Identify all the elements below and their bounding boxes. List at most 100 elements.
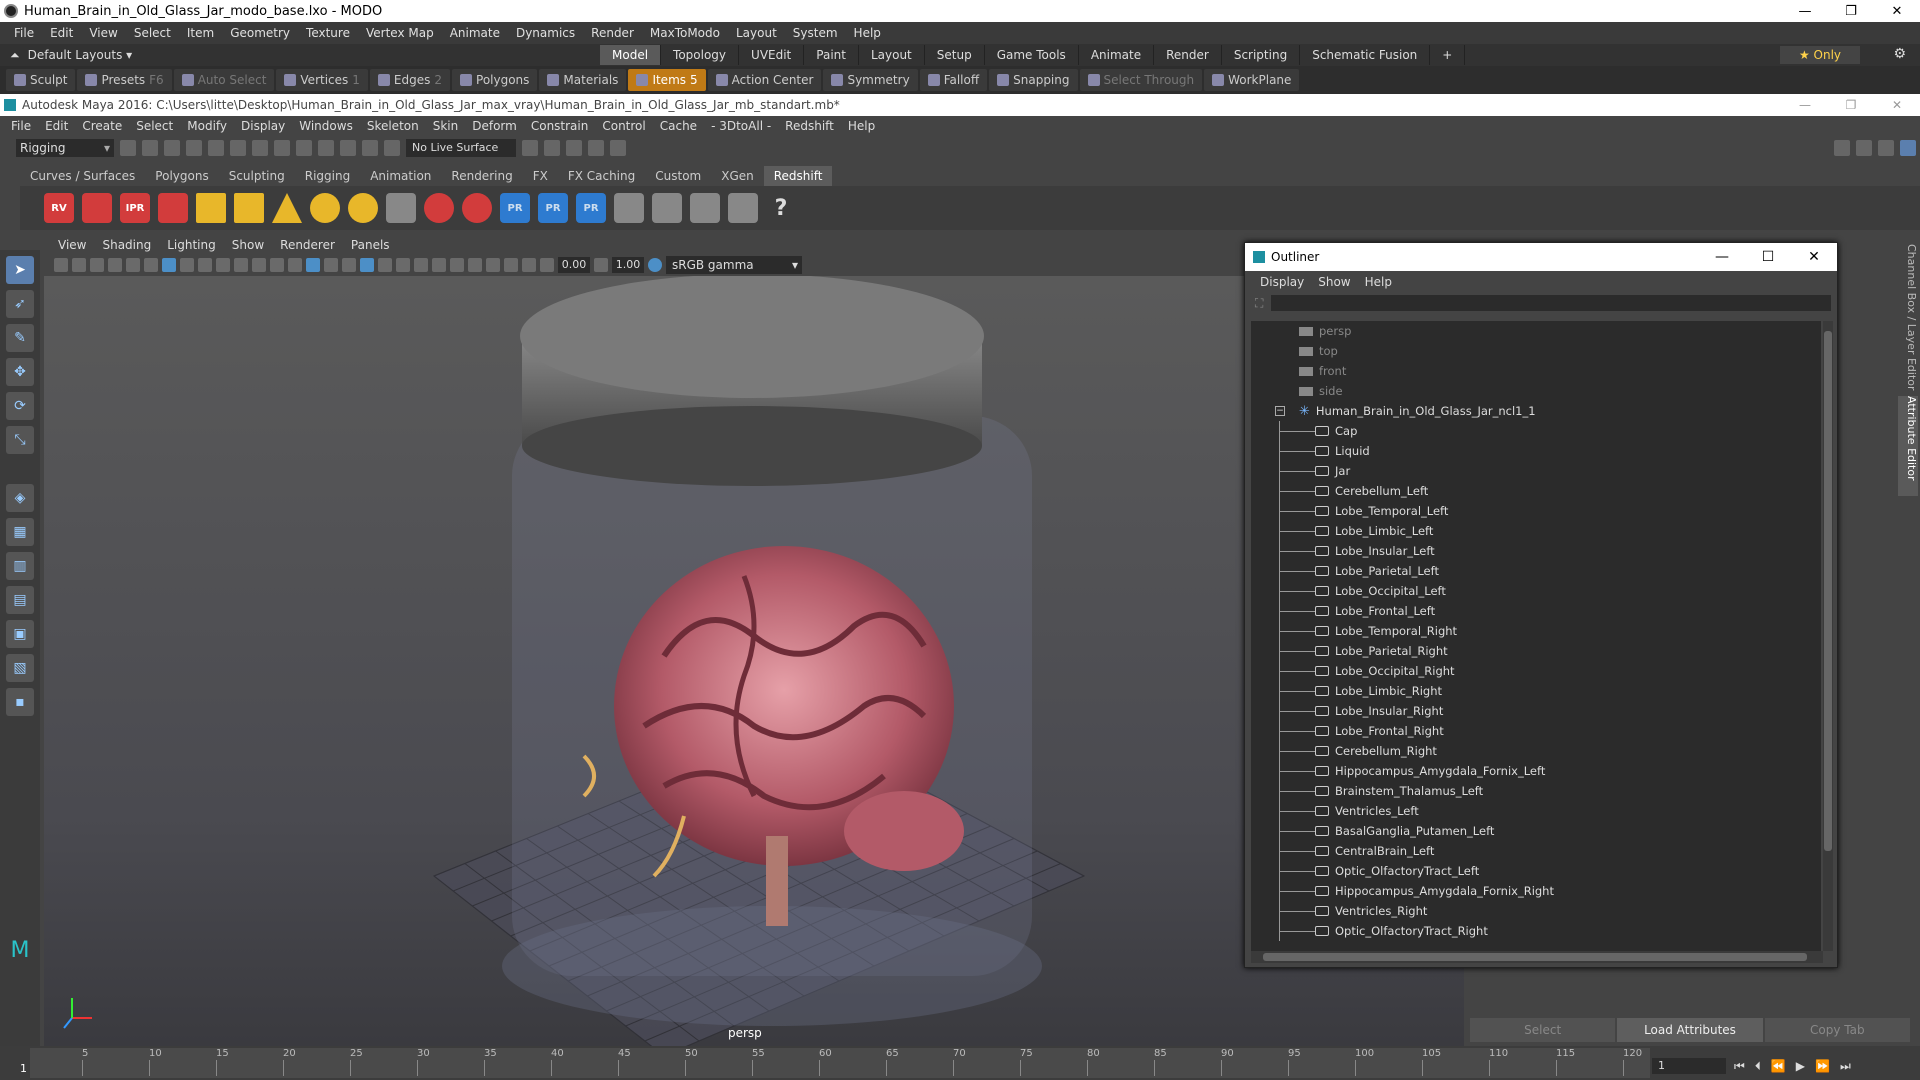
dome-light-icon[interactable] bbox=[310, 193, 340, 223]
xray-components-icon[interactable] bbox=[396, 258, 410, 272]
open-scene-icon[interactable] bbox=[142, 140, 158, 156]
list-item[interactable]: Lobe_Temporal_Left bbox=[1251, 501, 1821, 521]
list-item[interactable]: Lobe_Limbic_Left bbox=[1251, 521, 1821, 541]
ipr-render-icon[interactable] bbox=[566, 140, 582, 156]
camera-attributes-icon[interactable] bbox=[72, 258, 86, 272]
modo-menu-edit[interactable]: Edit bbox=[42, 26, 81, 40]
area-light-icon[interactable] bbox=[196, 193, 226, 223]
list-item[interactable]: Optic_OlfactoryTract_Right bbox=[1251, 921, 1821, 941]
render-settings-cube-icon[interactable] bbox=[158, 193, 188, 223]
bookmark-icon[interactable] bbox=[90, 258, 104, 272]
list-item[interactable]: Cerebellum_Right bbox=[1251, 741, 1821, 761]
falloff-button[interactable]: Falloff bbox=[919, 69, 988, 91]
exposure-icon[interactable] bbox=[540, 258, 554, 272]
items-button[interactable]: Items 5 bbox=[628, 69, 706, 91]
snapping-button[interactable]: Snapping bbox=[989, 69, 1078, 91]
grid-icon[interactable] bbox=[162, 258, 176, 272]
vp-menu-shading[interactable]: Shading bbox=[94, 238, 159, 252]
copy-tab-button[interactable]: Copy Tab bbox=[1764, 1018, 1910, 1042]
list-item[interactable]: Lobe_Frontal_Right bbox=[1251, 721, 1821, 741]
maya-menu-skin[interactable]: Skin bbox=[426, 119, 466, 133]
safe-action-icon[interactable] bbox=[252, 258, 266, 272]
list-item[interactable]: Lobe_Temporal_Right bbox=[1251, 621, 1821, 641]
list-item[interactable]: front bbox=[1251, 361, 1821, 381]
render-view-button[interactable]: RV bbox=[44, 193, 74, 223]
materials-button[interactable]: Materials bbox=[539, 69, 627, 91]
list-item[interactable]: Ventricles_Right bbox=[1251, 901, 1821, 921]
shelf-tab-custom[interactable]: Custom bbox=[645, 166, 711, 186]
list-item[interactable]: persp bbox=[1251, 321, 1821, 341]
modo-menu-item[interactable]: Item bbox=[179, 26, 222, 40]
backface-culling-icon[interactable] bbox=[522, 258, 536, 272]
default-material-icon[interactable] bbox=[324, 258, 338, 272]
live-surface-field[interactable]: No Live Surface bbox=[406, 139, 516, 157]
snap-surface-icon[interactable] bbox=[384, 140, 400, 156]
material-sphere-icon[interactable] bbox=[424, 193, 454, 223]
tab-uvedit[interactable]: UVEdit bbox=[739, 45, 805, 65]
vp-menu-view[interactable]: View bbox=[50, 238, 94, 252]
outliner-layout-icon[interactable]: ▥ bbox=[6, 552, 34, 580]
render-settings-icon[interactable] bbox=[588, 140, 604, 156]
outliner-search-input[interactable] bbox=[1271, 295, 1832, 311]
scroll-thumb[interactable] bbox=[1263, 953, 1807, 961]
list-item[interactable]: Lobe_Occipital_Left bbox=[1251, 581, 1821, 601]
maya-menu-help[interactable]: Help bbox=[841, 119, 882, 133]
auto-select-button[interactable]: Auto Select bbox=[173, 69, 275, 91]
snap-view-icon[interactable] bbox=[362, 140, 378, 156]
modo-menu-file[interactable]: File bbox=[6, 26, 42, 40]
bake-icon[interactable] bbox=[614, 193, 644, 223]
undo-icon[interactable] bbox=[186, 140, 202, 156]
select-component-icon[interactable] bbox=[274, 140, 290, 156]
maya-menu-modify[interactable]: Modify bbox=[180, 119, 234, 133]
tab-paint[interactable]: Paint bbox=[804, 45, 859, 65]
list-item[interactable]: Lobe_Parietal_Right bbox=[1251, 641, 1821, 661]
vp-menu-show[interactable]: Show bbox=[224, 238, 272, 252]
depth-of-field-icon[interactable] bbox=[486, 258, 500, 272]
maya-menu-file[interactable]: File bbox=[4, 119, 38, 133]
add-tab-button[interactable]: + bbox=[1430, 45, 1466, 65]
proxy-swap-button[interactable]: PR bbox=[576, 193, 606, 223]
maya-menu-redshift[interactable]: Redshift bbox=[778, 119, 841, 133]
current-frame-field[interactable]: 1 bbox=[1652, 1058, 1726, 1074]
wireframe-on-shaded-icon[interactable] bbox=[342, 258, 356, 272]
time-ruler[interactable]: 5 10 15 20 25 30 35 40 45 50 55 60 65 70 75 80 85 90 95 100… bbox=[30, 1048, 1650, 1078]
gamma-field[interactable]: 1.00 bbox=[612, 257, 644, 273]
select-tool-icon[interactable]: ➤ bbox=[6, 256, 34, 284]
modo-menu-view[interactable]: View bbox=[81, 26, 125, 40]
tab-topology[interactable]: Topology bbox=[661, 45, 740, 65]
isolate-select-icon[interactable] bbox=[504, 258, 518, 272]
select-button[interactable]: Select bbox=[1470, 1018, 1616, 1042]
snap-curve-icon[interactable] bbox=[318, 140, 334, 156]
shadows-icon[interactable] bbox=[414, 258, 428, 272]
outliner-menu-show[interactable]: Show bbox=[1311, 275, 1357, 289]
close-icon[interactable]: ✕ bbox=[1874, 98, 1920, 112]
color-management-icon[interactable] bbox=[648, 258, 662, 272]
snap-point-icon[interactable] bbox=[340, 140, 356, 156]
modo-menu-select[interactable]: Select bbox=[126, 26, 179, 40]
single-view-icon[interactable]: ◈ bbox=[6, 484, 34, 512]
aov-icon[interactable] bbox=[652, 193, 682, 223]
list-item[interactable]: BasalGanglia_Putamen_Left bbox=[1251, 821, 1821, 841]
list-item[interactable]: Optic_OlfactoryTract_Left bbox=[1251, 861, 1821, 881]
list-item[interactable]: Liquid bbox=[1251, 441, 1821, 461]
attribute-editor-icon[interactable] bbox=[1878, 140, 1894, 156]
workplane-button[interactable]: WorkPlane bbox=[1204, 69, 1300, 91]
presets-button[interactable]: Presets F6 bbox=[77, 69, 172, 91]
collapse-icon[interactable]: − bbox=[1275, 406, 1285, 416]
vertices-button[interactable]: Vertices 1 bbox=[276, 69, 368, 91]
xray-joints-icon[interactable] bbox=[378, 258, 392, 272]
shelf-tab-curves-surfaces[interactable]: Curves / Surfaces bbox=[20, 166, 145, 186]
list-item[interactable]: Lobe_Insular_Left bbox=[1251, 541, 1821, 561]
close-icon[interactable]: ✕ bbox=[1874, 4, 1920, 19]
tab-animate[interactable]: Animate bbox=[1079, 45, 1155, 65]
tab-layout[interactable]: Layout bbox=[859, 45, 925, 65]
only-button[interactable]: ★ Only bbox=[1780, 46, 1860, 64]
list-item[interactable]: Brainstem_Thalamus_Left bbox=[1251, 781, 1821, 801]
graph-layout-icon[interactable]: ▤ bbox=[6, 586, 34, 614]
snap-grid-icon[interactable] bbox=[296, 140, 312, 156]
hypershade-layout-icon[interactable]: ▣ bbox=[6, 620, 34, 648]
outliner-menu-display[interactable]: Display bbox=[1253, 275, 1311, 289]
maya-menu-3dtoall[interactable]: - 3DtoAll - bbox=[704, 119, 778, 133]
proxy-export-button[interactable]: PR bbox=[500, 193, 530, 223]
sun-light-icon[interactable] bbox=[348, 193, 378, 223]
